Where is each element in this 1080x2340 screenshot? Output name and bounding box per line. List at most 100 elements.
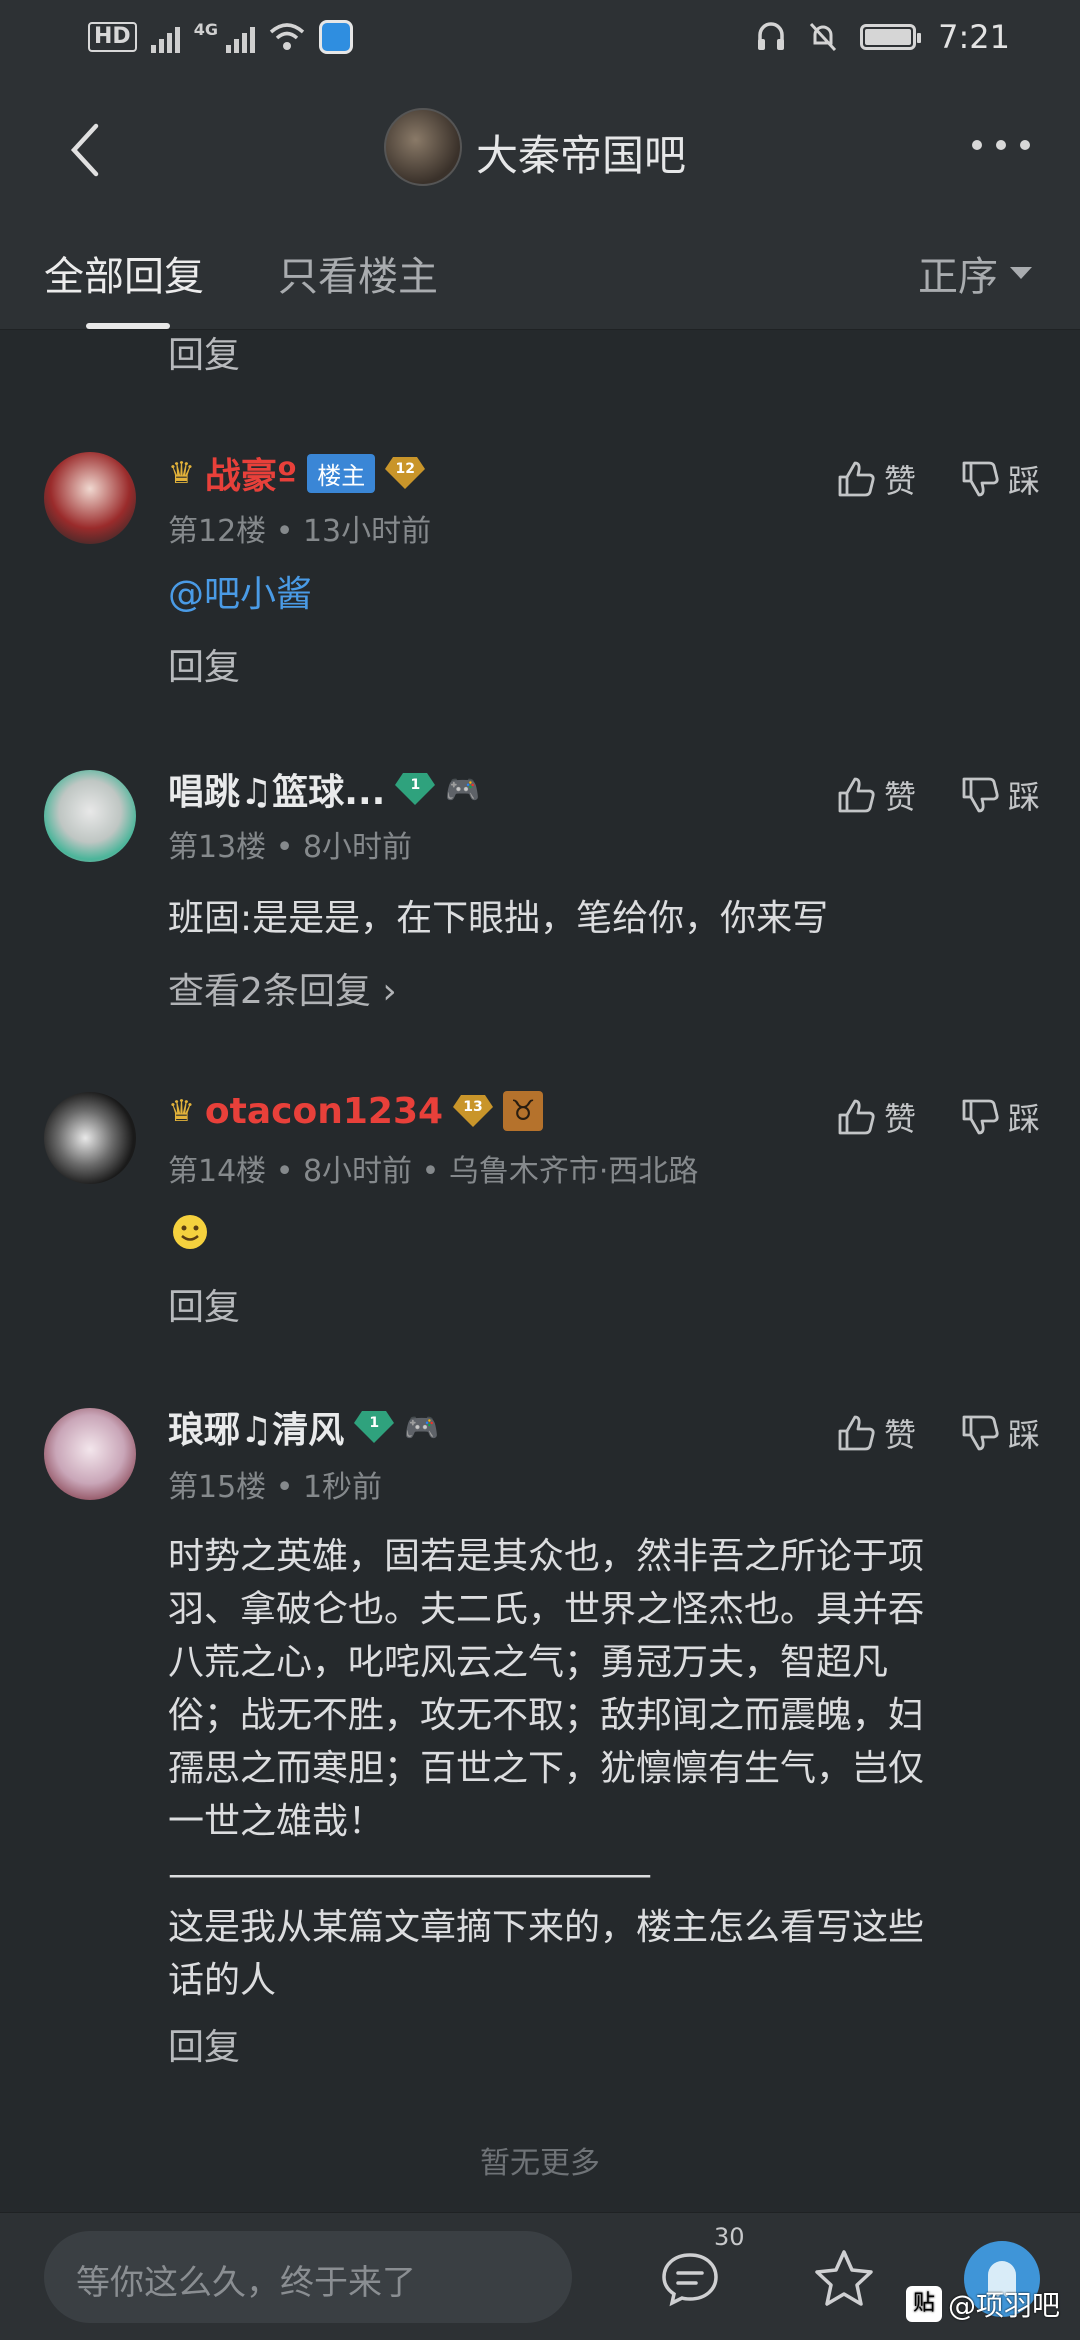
post-time: 1秒前 xyxy=(302,1470,383,1505)
content-line: 羽、拿破仑也。夫二氏，世界之怪杰也。具并吞 xyxy=(168,1589,925,1630)
back-arrow-icon[interactable] xyxy=(62,120,112,180)
content-line: 俗；战无不胜，攻无不取；敌邦闻之而震魄，妇 xyxy=(168,1695,925,1736)
comment-count: 30 xyxy=(714,2223,745,2251)
dislike-label: 踩 xyxy=(1007,778,1040,816)
username[interactable]: 琅琊♫清风 xyxy=(168,1401,344,1453)
user-row: ♛ otacon1234 13 ♉ xyxy=(168,1086,544,1136)
no-more-indicator: 暂无更多 xyxy=(480,2146,600,2181)
username[interactable]: otacon1234 xyxy=(205,1091,443,1132)
header: 大秦帝国吧 xyxy=(0,80,1080,220)
crown-icon: ♛ xyxy=(168,455,195,491)
thumbs-down-icon xyxy=(962,1415,999,1451)
avatar[interactable] xyxy=(44,452,136,544)
view-more-replies[interactable]: 查看2条回复 › xyxy=(168,962,397,1014)
tab-owner-only[interactable]: 只看楼主 xyxy=(278,244,438,302)
reply-link-previous[interactable]: 回复 xyxy=(168,326,240,378)
post-content[interactable]: 班固:是是是，在下眼拙，笔给你，你来写 xyxy=(168,892,1018,945)
user-row: 琅琊♫清风 1 🎮 xyxy=(168,1402,439,1452)
content-divider: ——————————————— xyxy=(168,1854,652,1895)
avatar[interactable] xyxy=(44,1408,136,1500)
battery-icon xyxy=(860,24,922,50)
signal-icon-2 xyxy=(225,21,255,53)
level-badge-icon: 13 xyxy=(453,1093,494,1129)
reply-link[interactable]: 回复 xyxy=(168,638,240,690)
thumbs-up-icon xyxy=(838,461,875,497)
tab-all-replies[interactable]: 全部回复 xyxy=(44,244,204,302)
post-actions: 赞 踩 xyxy=(836,1094,1040,1140)
post-actions: 赞 踩 xyxy=(836,456,1040,502)
floor-number: 第14楼 xyxy=(168,1154,267,1189)
user-row: ♛ 战豪º 楼主 12 xyxy=(168,447,426,499)
thumbs-up-icon xyxy=(838,1415,875,1451)
like-label: 赞 xyxy=(883,462,916,500)
like-button[interactable]: 赞 xyxy=(836,1094,916,1140)
content-line: 孺思之而寒胆；百世之下，犹懔懔有生气，岂仅 xyxy=(168,1748,925,1789)
post-meta: 第12楼 • 13小时前 xyxy=(168,514,432,549)
user-row: 唱跳♫篮球... 1 🎮 xyxy=(168,764,480,814)
network-type: 4G xyxy=(193,20,218,39)
floor-number: 第13楼 xyxy=(168,830,267,865)
app-notification-icon xyxy=(318,20,353,54)
floor-number: 第12楼 xyxy=(168,514,267,549)
post-time: 8小时前 xyxy=(302,830,413,865)
post-time: 8小时前 xyxy=(302,1154,413,1189)
tab-bar: 全部回复 只看楼主 正序 xyxy=(0,220,1080,330)
crown-icon: ♛ xyxy=(168,1093,195,1129)
mute-bell-icon xyxy=(810,22,837,52)
reply-input-placeholder: 等你这么久，终于来了 xyxy=(76,2263,416,2303)
username[interactable]: 战豪º xyxy=(205,447,297,499)
thumbs-down-icon xyxy=(962,461,999,497)
post-meta: 第13楼 • 8小时前 xyxy=(168,830,413,865)
watermark: 贴 @项羽吧 xyxy=(906,2284,1060,2324)
thumbs-up-icon xyxy=(838,777,875,813)
smile-emoji-icon xyxy=(173,1215,207,1249)
host-badge: 楼主 xyxy=(307,453,376,493)
active-tab-indicator xyxy=(86,323,170,329)
wifi-icon xyxy=(269,23,305,50)
gamepad-icon: 🎮 xyxy=(445,772,481,806)
taurus-icon: ♉ xyxy=(503,1091,544,1131)
favorite-star-icon[interactable] xyxy=(812,2247,876,2311)
thumbs-up-icon xyxy=(838,1099,875,1135)
avatar[interactable] xyxy=(44,1092,136,1184)
post-content[interactable]: 时势之英雄，固若是其众也，然非吾之所论于项 羽、拿破仑也。夫二氏，世界之怪杰也。… xyxy=(168,1530,1018,2007)
dislike-button[interactable]: 踩 xyxy=(960,1094,1040,1140)
content-line: 一世之雄哉！ xyxy=(168,1801,385,1842)
like-label: 赞 xyxy=(883,1416,916,1454)
content-line: 时势之英雄，固若是其众也，然非吾之所论于项 xyxy=(168,1536,925,1577)
username[interactable]: 唱跳♫篮球... xyxy=(168,763,385,815)
status-bar: HD 4G 7:21 xyxy=(0,0,1080,80)
dislike-label: 踩 xyxy=(1007,1100,1040,1138)
caret-down-icon xyxy=(1010,267,1032,279)
post-meta: 第14楼 • 8小时前 • 乌鲁木齐市·西北路 xyxy=(168,1154,699,1189)
reply-link[interactable]: 回复 xyxy=(168,1278,240,1330)
clock: 7:21 xyxy=(938,18,1010,56)
dislike-label: 踩 xyxy=(1007,1416,1040,1454)
sort-dropdown[interactable]: 正序 xyxy=(918,244,1032,302)
comment-icon[interactable] xyxy=(660,2251,720,2307)
thumbs-down-icon xyxy=(962,1099,999,1135)
like-button[interactable]: 赞 xyxy=(836,1410,916,1456)
forum-avatar[interactable] xyxy=(384,108,462,186)
like-label: 赞 xyxy=(883,778,916,816)
dislike-button[interactable]: 踩 xyxy=(960,456,1040,502)
forum-title[interactable]: 大秦帝国吧 xyxy=(476,122,686,183)
headset-icon xyxy=(758,22,785,50)
like-button[interactable]: 赞 xyxy=(836,772,916,818)
more-options-icon[interactable] xyxy=(972,140,1030,150)
reply-input[interactable]: 等你这么久，终于来了 xyxy=(44,2231,572,2323)
reply-link[interactable]: 回复 xyxy=(168,2018,240,2070)
status-right: 7:21 xyxy=(756,18,1010,56)
thumbs-down-icon xyxy=(962,777,999,813)
avatar[interactable] xyxy=(44,770,136,862)
post-meta: 第15楼 • 1秒前 xyxy=(168,1470,383,1505)
dislike-button[interactable]: 踩 xyxy=(960,1410,1040,1456)
level-badge-icon: 1 xyxy=(354,1409,395,1445)
post-content[interactable]: @吧小酱 xyxy=(168,568,1018,621)
post-location: 乌鲁木齐市·西北路 xyxy=(448,1154,699,1189)
like-button[interactable]: 赞 xyxy=(836,456,916,502)
dislike-button[interactable]: 踩 xyxy=(960,772,1040,818)
post-actions: 赞 踩 xyxy=(836,772,1040,818)
level-badge-icon: 1 xyxy=(395,771,436,807)
view-more-label: 查看2条回复 xyxy=(168,971,371,1012)
